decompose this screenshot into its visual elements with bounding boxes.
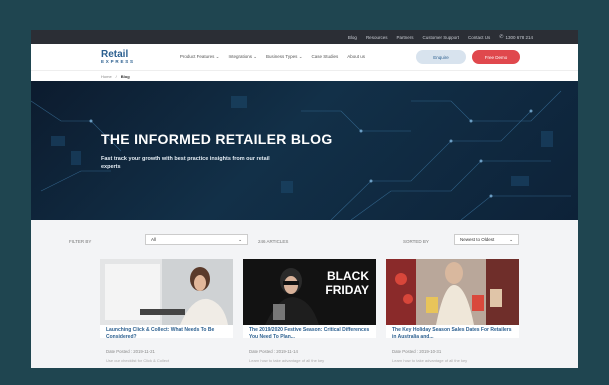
chevron-down-icon: ⌄ [215,54,220,59]
article-date: Date Posted : 2019-11-21 [106,349,155,354]
hero-title: THE INFORMED RETAILER BLOG [101,131,333,147]
article-excerpt: Use our checklist for Click & Collect [106,358,170,363]
sort-label: SORTED BY [403,239,429,244]
chevron-down-icon: ⌄ [509,236,513,242]
article-count: 246 ARTICLES [258,239,289,244]
overlay-line2: FRIDAY [325,283,369,297]
chevron-down-icon: ⌄ [298,54,303,59]
nav-item-product-features[interactable]: Product Features ⌄ [180,54,220,60]
chevron-down-icon: ⌄ [238,236,242,242]
article-title[interactable]: Launching Click & Collect: What Needs To… [106,327,231,338]
hero-circuit-background [31,90,571,220]
nav-item-integrations[interactable]: Integrations ⌄ [228,54,257,60]
article-card[interactable]: The Key Holiday Season Sales Dates For R… [386,259,519,338]
article-thumbnail [100,259,233,325]
breadcrumb-home[interactable]: Home [101,74,112,79]
main-nav: Retail EXPRESS Product Features ⌄ Integr… [31,44,578,70]
article-date: Date Posted : 2019-11-14 [249,349,298,354]
sort-select-value: Newest to Oldest [460,237,495,242]
breadcrumb-current: Blog [120,73,130,79]
hero-banner: THE INFORMED RETAILER BLOG Fast track yo… [31,81,578,220]
article-date: Date Posted : 2019-10-31 [392,349,442,354]
article-thumbnail [386,259,519,325]
topbar-link-contact[interactable]: Contact Us [468,35,490,40]
article-excerpt: Learn how to take advantage of all the k… [249,358,325,363]
topbar-link-blog[interactable]: Blog [348,35,357,40]
overlay-line1: BLACK [327,269,369,283]
topbar-link-resources[interactable]: Resources [366,35,388,40]
nav-menu: Product Features ⌄ Integrations ⌄ Busine… [180,54,365,60]
topbar-link-partners[interactable]: Partners [396,35,413,40]
utility-bar: Blog Resources Partners Customer Support… [31,30,578,44]
article-title[interactable]: The 2019/2020 Festive Season: Critical D… [249,327,374,338]
free-demo-button[interactable]: Free Demo [472,50,520,64]
article-card[interactable]: BLACK FRIDAY The 2019/2020 Festive Seaso… [243,259,376,338]
chevron-down-icon: ⌄ [253,54,257,59]
nav-item-case-studies[interactable]: Case Studies [311,54,338,60]
breadcrumb: Home / Blog [31,70,578,81]
hero-subtitle: Fast track your growth with best practic… [101,156,270,170]
article-card[interactable]: Launching Click & Collect: What Needs To… [100,259,233,338]
article-title[interactable]: The Key Holiday Season Sales Dates For R… [392,327,517,338]
article-excerpt: Learn how to take advantage of all the k… [392,358,468,363]
filter-select-value: All [151,237,157,242]
breadcrumb-separator: / [115,73,117,79]
nav-label: Integrations [228,54,252,59]
nav-label: Business Types [266,54,298,59]
logo-line2: EXPRESS [101,58,135,64]
topbar-link-support[interactable]: Customer Support [422,35,459,40]
sort-select[interactable]: Newest to Oldest ⌄ [454,234,519,245]
article-thumbnail: BLACK FRIDAY [243,259,376,325]
nav-item-about-us[interactable]: About us [347,54,365,60]
topbar-phone[interactable]: 1300 678 214 [505,35,533,40]
phone-icon: ✆ [499,34,504,40]
black-friday-overlay: BLACK FRIDAY [325,269,369,297]
nav-item-business-types[interactable]: Business Types ⌄ [266,54,302,60]
enquire-button[interactable]: Enquire [416,50,466,64]
retail-express-logo[interactable]: Retail EXPRESS [101,49,135,65]
filter-label: FILTER BY [69,239,92,244]
nav-label: Product Features [179,54,215,59]
filter-select[interactable]: All ⌄ [145,234,248,245]
